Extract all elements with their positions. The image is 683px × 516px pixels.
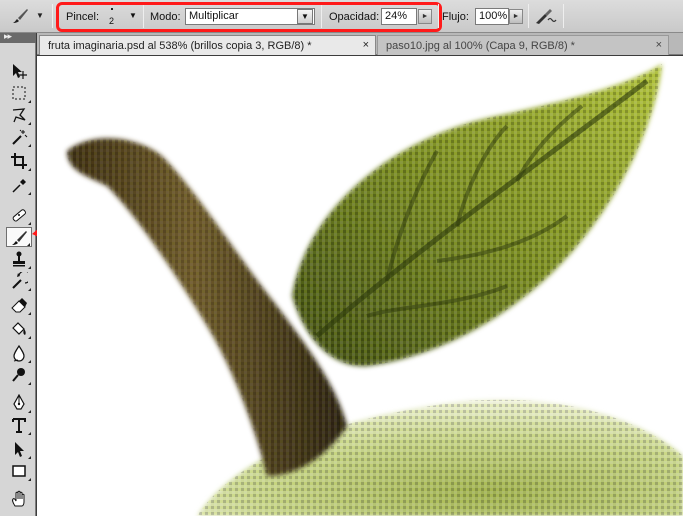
path-selection-tool[interactable]: [6, 439, 32, 459]
submenu-indicator-icon: [28, 100, 31, 103]
divider: [321, 4, 322, 28]
move-tool[interactable]: [6, 61, 32, 81]
artwork-image: [67, 64, 683, 516]
submenu-indicator-icon: [28, 432, 31, 435]
submenu-indicator-icon: [28, 382, 31, 385]
shape-tool[interactable]: [6, 461, 32, 481]
blur-icon: [13, 344, 25, 362]
stamp-icon: [13, 251, 25, 267]
lasso-icon: [12, 108, 26, 123]
clone-stamp-tool[interactable]: [6, 249, 32, 269]
submenu-indicator-icon: [28, 478, 31, 481]
tools-panel-header[interactable]: ▸▸: [0, 31, 36, 43]
divider: [528, 4, 529, 28]
paint-bucket-tool[interactable]: [6, 319, 32, 339]
chevron-down-icon: ▼: [36, 11, 44, 20]
submenu-indicator-icon: [28, 410, 31, 413]
divider: [438, 4, 439, 28]
submenu-indicator-icon: [28, 336, 31, 339]
pen-tool[interactable]: [6, 393, 32, 413]
type-tool[interactable]: [6, 415, 32, 435]
crop-tool[interactable]: [6, 151, 32, 171]
chevron-down-icon: ▼: [129, 11, 137, 20]
bandage-icon: [12, 209, 26, 222]
chevron-down-icon[interactable]: ▼: [297, 9, 313, 24]
eyedropper-icon: [12, 179, 26, 193]
divider: [563, 4, 564, 28]
type-icon: [12, 418, 26, 433]
magic-wand-icon: [12, 129, 28, 145]
flow-input[interactable]: 100%: [475, 8, 509, 25]
tab-label: fruta imaginaria.psd al 538% (brillos co…: [48, 40, 312, 52]
leaf-shape: [292, 64, 662, 367]
opacity-slider-arrow-icon[interactable]: ►: [418, 9, 432, 24]
history-brush-tool[interactable]: [6, 271, 32, 291]
modo-label: Modo:: [150, 11, 181, 23]
submenu-indicator-icon: [28, 312, 31, 315]
brush-icon: [12, 231, 27, 245]
tool-preset-picker[interactable]: ▼: [6, 5, 46, 27]
submenu-indicator-icon: [28, 288, 31, 291]
eraser-tool[interactable]: [6, 295, 32, 315]
brush-tool[interactable]: [6, 227, 32, 247]
close-icon[interactable]: ×: [363, 39, 369, 51]
healing-brush-tool[interactable]: [6, 205, 32, 225]
history-brush-icon: [12, 272, 28, 289]
airbrush-icon: [536, 9, 557, 24]
tools-panel: ▸▸: [0, 31, 36, 516]
move-icon: [13, 64, 27, 79]
document-canvas[interactable]: [37, 56, 683, 516]
magic-wand-tool[interactable]: [6, 127, 32, 147]
marquee-tool[interactable]: [6, 83, 32, 103]
eraser-icon: [11, 298, 27, 313]
eyedropper-tool[interactable]: [6, 175, 32, 195]
hand-tool[interactable]: [6, 489, 32, 509]
brush-icon: [13, 9, 28, 23]
divider: [52, 4, 53, 28]
paint-bucket-icon: [12, 322, 26, 335]
flow-slider-arrow-icon[interactable]: ►: [509, 9, 523, 24]
rectangle-icon: [12, 465, 26, 477]
tab-label: paso10.jpg al 100% (Capa 9, RGB/8) *: [386, 40, 575, 52]
blur-tool[interactable]: [6, 343, 32, 363]
pincel-label: Pincel:: [66, 11, 100, 23]
collapse-arrows-icon[interactable]: ▸▸: [4, 31, 12, 42]
airbrush-toggle[interactable]: [533, 5, 557, 27]
hand-icon: [12, 490, 25, 507]
brush-size-picker[interactable]: 2 ▼: [102, 5, 138, 27]
opacity-input[interactable]: 24%: [381, 8, 417, 25]
marquee-icon: [12, 86, 26, 100]
arrow-icon: [15, 442, 24, 457]
options-bar: ▼ Pincel: 2 ▼ Modo: Multiplicar ▼ Opacid…: [0, 0, 683, 33]
dodge-tool[interactable]: [6, 365, 32, 385]
crop-icon: [11, 153, 27, 169]
document-tab-strip: fruta imaginaria.psd al 538% (brillos co…: [37, 33, 683, 55]
submenu-indicator-icon: [28, 456, 31, 459]
divider: [143, 4, 144, 28]
submenu-indicator-icon: [28, 122, 31, 125]
tab-fruta-imaginaria[interactable]: fruta imaginaria.psd al 538% (brillos co…: [39, 35, 376, 55]
submenu-indicator-icon: [28, 192, 31, 195]
brush-tip-icon: [111, 8, 113, 10]
pen-icon: [13, 394, 25, 410]
submenu-indicator-icon: [28, 144, 31, 147]
close-icon[interactable]: ×: [656, 39, 662, 51]
submenu-indicator-icon: [28, 168, 31, 171]
dodge-icon: [12, 368, 25, 382]
submenu-indicator-icon: [28, 266, 31, 269]
submenu-indicator-icon: [28, 360, 31, 363]
flujo-label: Flujo:: [442, 11, 469, 23]
lasso-tool[interactable]: [6, 105, 32, 125]
brush-size-value: 2: [109, 16, 115, 26]
blend-mode-select[interactable]: Multiplicar: [185, 8, 315, 25]
opacidad-label: Opacidad:: [329, 11, 380, 23]
tab-paso10[interactable]: paso10.jpg al 100% (Capa 9, RGB/8) * ×: [377, 35, 669, 55]
